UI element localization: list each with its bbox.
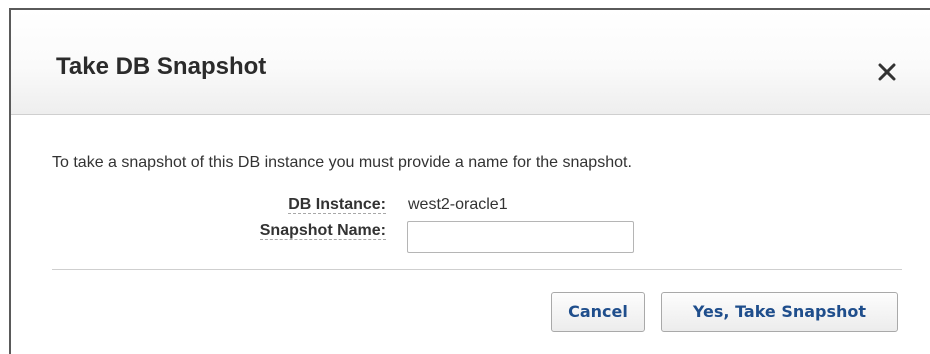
take-db-snapshot-dialog: Take DB Snapshot To take a snapshot of t…	[9, 8, 930, 354]
dialog-intro-text: To take a snapshot of this DB instance y…	[52, 154, 632, 171]
db-instance-label-text: DB Instance:	[288, 196, 386, 214]
snapshot-name-label-text: Snapshot Name:	[259, 222, 386, 240]
db-instance-label: DB Instance:	[288, 195, 386, 215]
close-icon[interactable]	[872, 57, 902, 87]
snapshot-name-label: Snapshot Name:	[259, 221, 386, 241]
cancel-button[interactable]: Cancel	[551, 292, 645, 332]
snapshot-name-input[interactable]	[407, 221, 634, 253]
dialog-header: Take DB Snapshot	[11, 10, 930, 115]
take-snapshot-button[interactable]: Yes, Take Snapshot	[661, 292, 898, 332]
dialog-title: Take DB Snapshot	[56, 53, 267, 80]
db-instance-value: west2-oracle1	[408, 196, 508, 213]
dialog-divider	[52, 269, 902, 270]
